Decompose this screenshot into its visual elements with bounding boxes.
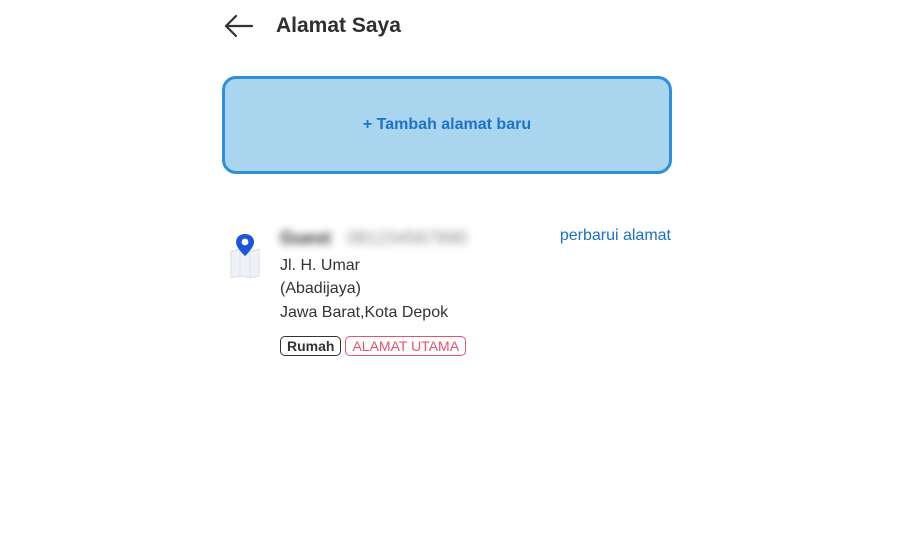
main-address-badge: ALAMAT UTAMA xyxy=(345,336,467,356)
address-card: Guest 081234567890 perbarui alamat Jl. H… xyxy=(222,222,678,362)
map-pin-icon xyxy=(230,234,260,278)
add-address-button[interactable]: + Tambah alamat baru xyxy=(222,76,672,174)
address-region: Jawa Barat,Kota Depok xyxy=(280,304,449,321)
recipient-name: Guest xyxy=(280,228,332,248)
recipient: Guest 081234567890 xyxy=(280,228,467,249)
recipient-phone: 081234567890 xyxy=(347,228,468,248)
back-button[interactable] xyxy=(222,9,256,43)
arrow-left-icon xyxy=(224,14,254,38)
address-area: (Abadijaya) xyxy=(280,280,361,297)
add-address-label: + Tambah alamat baru xyxy=(362,116,532,133)
update-address-link[interactable]: perbarui alamat xyxy=(560,227,671,245)
header: Alamat Saya xyxy=(222,8,401,44)
address-street: Jl. H. Umar xyxy=(280,257,360,274)
page-title: Alamat Saya xyxy=(276,14,401,37)
home-tag: Rumah xyxy=(280,336,342,356)
address-tags: Rumah ALAMAT UTAMA xyxy=(280,336,467,356)
page: Alamat Saya + Tambah alamat baru Guest 0… xyxy=(0,0,900,540)
